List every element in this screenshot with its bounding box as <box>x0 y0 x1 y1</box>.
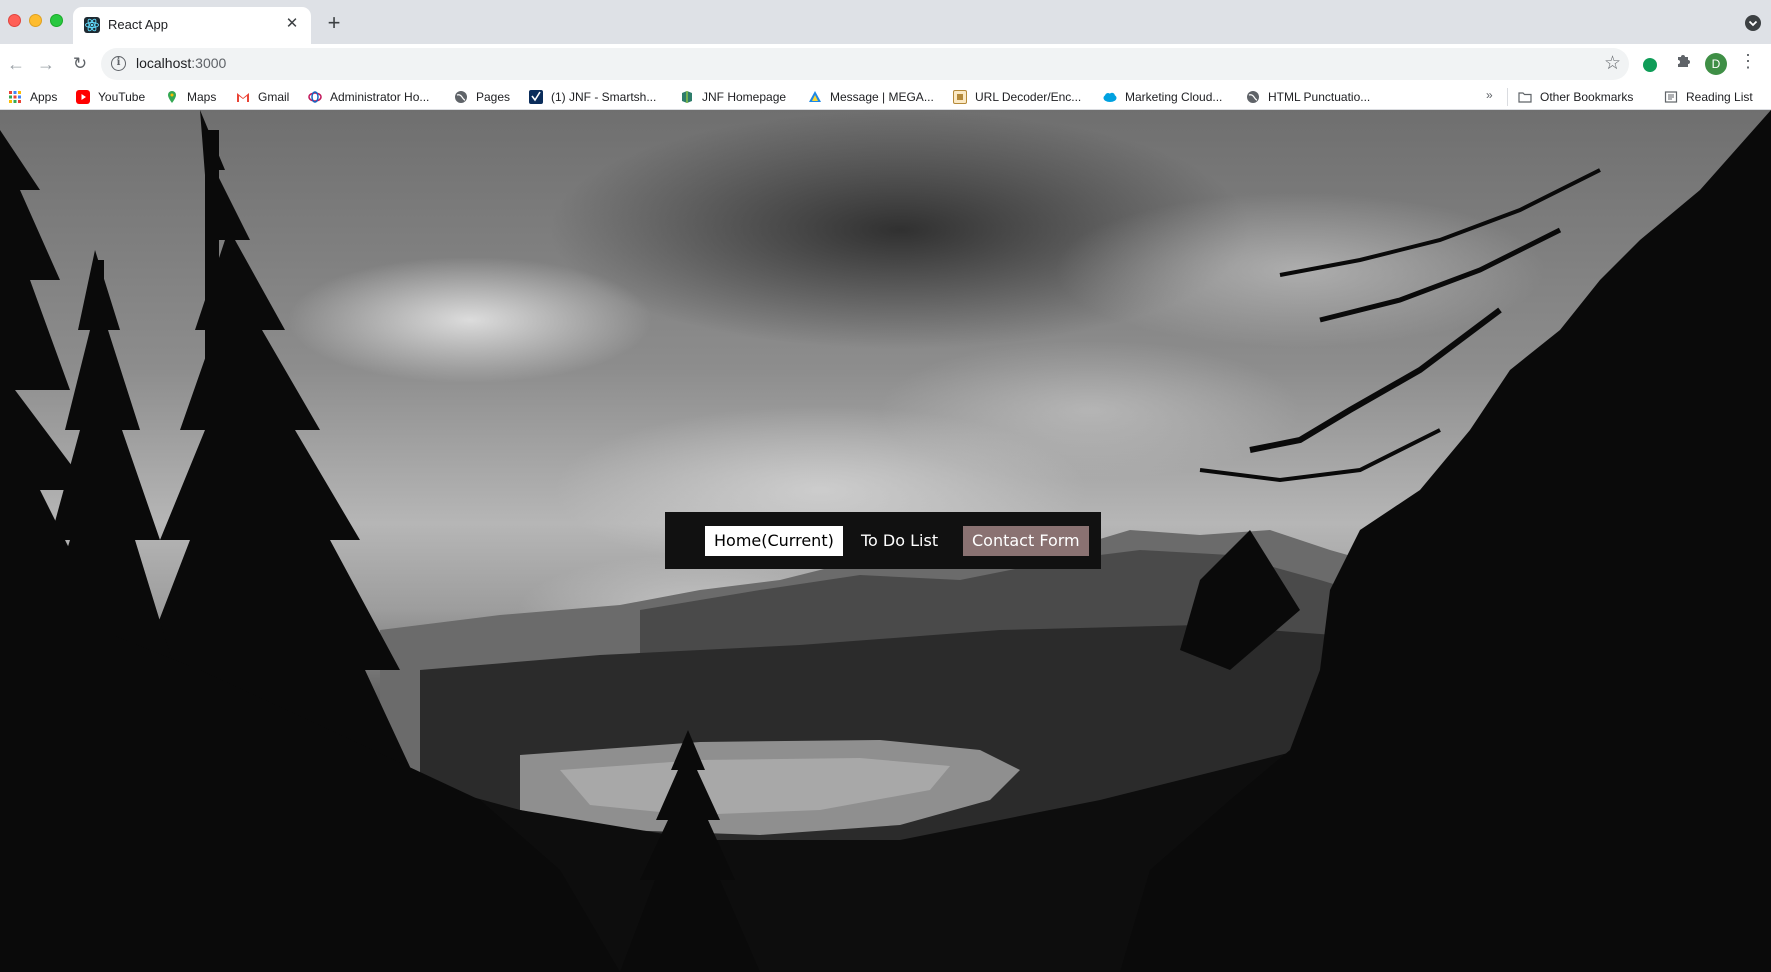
bookmark-mega[interactable]: Message | MEGA... <box>808 87 934 107</box>
back-arrow-icon[interactable]: ← <box>4 52 28 76</box>
maps-pin-icon <box>165 90 179 104</box>
bookmark-label: (1) JNF - Smartsh... <box>551 90 657 104</box>
url-port: :3000 <box>191 55 227 71</box>
mega-icon <box>808 90 822 104</box>
decoder-icon <box>953 90 967 104</box>
bookmark-label: Message | MEGA... <box>830 90 934 104</box>
address-bar[interactable]: i localhost:3000 ☆ <box>101 48 1629 80</box>
url-host: localhost <box>136 55 192 71</box>
bookmark-pages[interactable]: Pages <box>454 87 510 107</box>
jnf-icon <box>680 90 694 104</box>
close-tab-icon[interactable]: ✕ <box>283 15 301 33</box>
reading-list-button[interactable]: Reading List <box>1664 87 1753 107</box>
bookmark-other-bookmarks[interactable]: Other Bookmarks <box>1518 87 1633 107</box>
reading-list-icon <box>1664 90 1678 104</box>
bookmark-star-icon[interactable]: ☆ <box>1604 52 1621 75</box>
bookmark-label: Pages <box>476 90 511 104</box>
tab-search-icon[interactable] <box>1745 15 1761 31</box>
site-info-icon[interactable]: i <box>111 56 126 71</box>
gmail-icon <box>236 90 250 104</box>
globe-icon <box>454 90 468 104</box>
bookmark-label: Administrator Ho... <box>330 90 430 104</box>
folder-icon <box>1518 90 1532 104</box>
globe-icon <box>1246 90 1260 104</box>
tab-strip: React App ✕ + <box>0 0 1771 44</box>
profile-avatar[interactable]: D <box>1705 53 1727 75</box>
maximize-window-button[interactable] <box>50 14 63 27</box>
react-icon <box>84 17 100 33</box>
youtube-icon <box>76 90 90 104</box>
tab-title: React App <box>108 17 168 32</box>
bookmark-label: Marketing Cloud... <box>1125 90 1223 104</box>
apps-grid-icon <box>8 90 22 104</box>
nav-todo-list-link[interactable]: To Do List <box>852 526 947 556</box>
bookmark-youtube[interactable]: YouTube <box>76 87 145 107</box>
bookmark-label: URL Decoder/Enc... <box>975 90 1082 104</box>
extensions-puzzle-icon[interactable] <box>1675 53 1691 74</box>
bookmark-label: Apps <box>30 90 58 104</box>
bookmarks-divider <box>1507 88 1508 106</box>
smartsheet-icon <box>529 90 543 104</box>
bookmark-marketing-cloud[interactable]: Marketing Cloud... <box>1103 87 1222 107</box>
new-tab-button[interactable]: + <box>322 12 346 36</box>
minimize-window-button[interactable] <box>29 14 42 27</box>
forward-arrow-icon[interactable]: → <box>34 52 58 76</box>
bookmark-jnf-homepage[interactable]: JNF Homepage <box>680 87 786 107</box>
bookmarks-overflow-icon[interactable]: » <box>1486 88 1493 102</box>
extension-green-icon[interactable] <box>1643 58 1657 72</box>
bookmark-html-punctuation[interactable]: HTML Punctuatio... <box>1246 87 1370 107</box>
bookmark-smartsheet[interactable]: (1) JNF - Smartsh... <box>529 87 656 107</box>
bookmark-label: Maps <box>187 90 217 104</box>
nav-contact-form-link[interactable]: Contact Form <box>963 526 1089 556</box>
url-text[interactable]: localhost:3000 <box>136 55 226 71</box>
close-window-button[interactable] <box>8 14 21 27</box>
page-viewport: Home(Current) To Do List Contact Form <box>0 110 1771 972</box>
bookmark-label: HTML Punctuatio... <box>1268 90 1371 104</box>
bookmark-label: YouTube <box>98 90 146 104</box>
bookmark-apps[interactable]: Apps <box>8 87 57 107</box>
active-tab[interactable]: React App ✕ <box>73 7 311 44</box>
bookmark-gmail[interactable]: Gmail <box>236 87 289 107</box>
bookmark-maps[interactable]: Maps <box>165 87 216 107</box>
main-navbar: Home(Current) To Do List Contact Form <box>665 512 1101 569</box>
browser-toolbar: ← → ↻ i localhost:3000 ☆ D ⋮ <box>0 44 1771 84</box>
bookmark-label: JNF Homepage <box>702 90 787 104</box>
bookmarks-bar: Apps YouTube Maps Gmail Administrator Ho… <box>0 84 1771 110</box>
bookmark-administrator[interactable]: Administrator Ho... <box>308 87 429 107</box>
bookmark-label: Gmail <box>258 90 290 104</box>
bookmark-label: Other Bookmarks <box>1540 90 1634 104</box>
reload-icon[interactable]: ↻ <box>68 52 92 76</box>
nav-home-link[interactable]: Home(Current) <box>705 526 843 556</box>
salesforce-cloud-icon <box>1103 90 1117 104</box>
more-menu-icon[interactable]: ⋮ <box>1738 51 1758 72</box>
bookmark-url-decoder[interactable]: URL Decoder/Enc... <box>953 87 1081 107</box>
bookmark-label: Reading List <box>1686 90 1753 104</box>
admin-icon <box>308 90 322 104</box>
